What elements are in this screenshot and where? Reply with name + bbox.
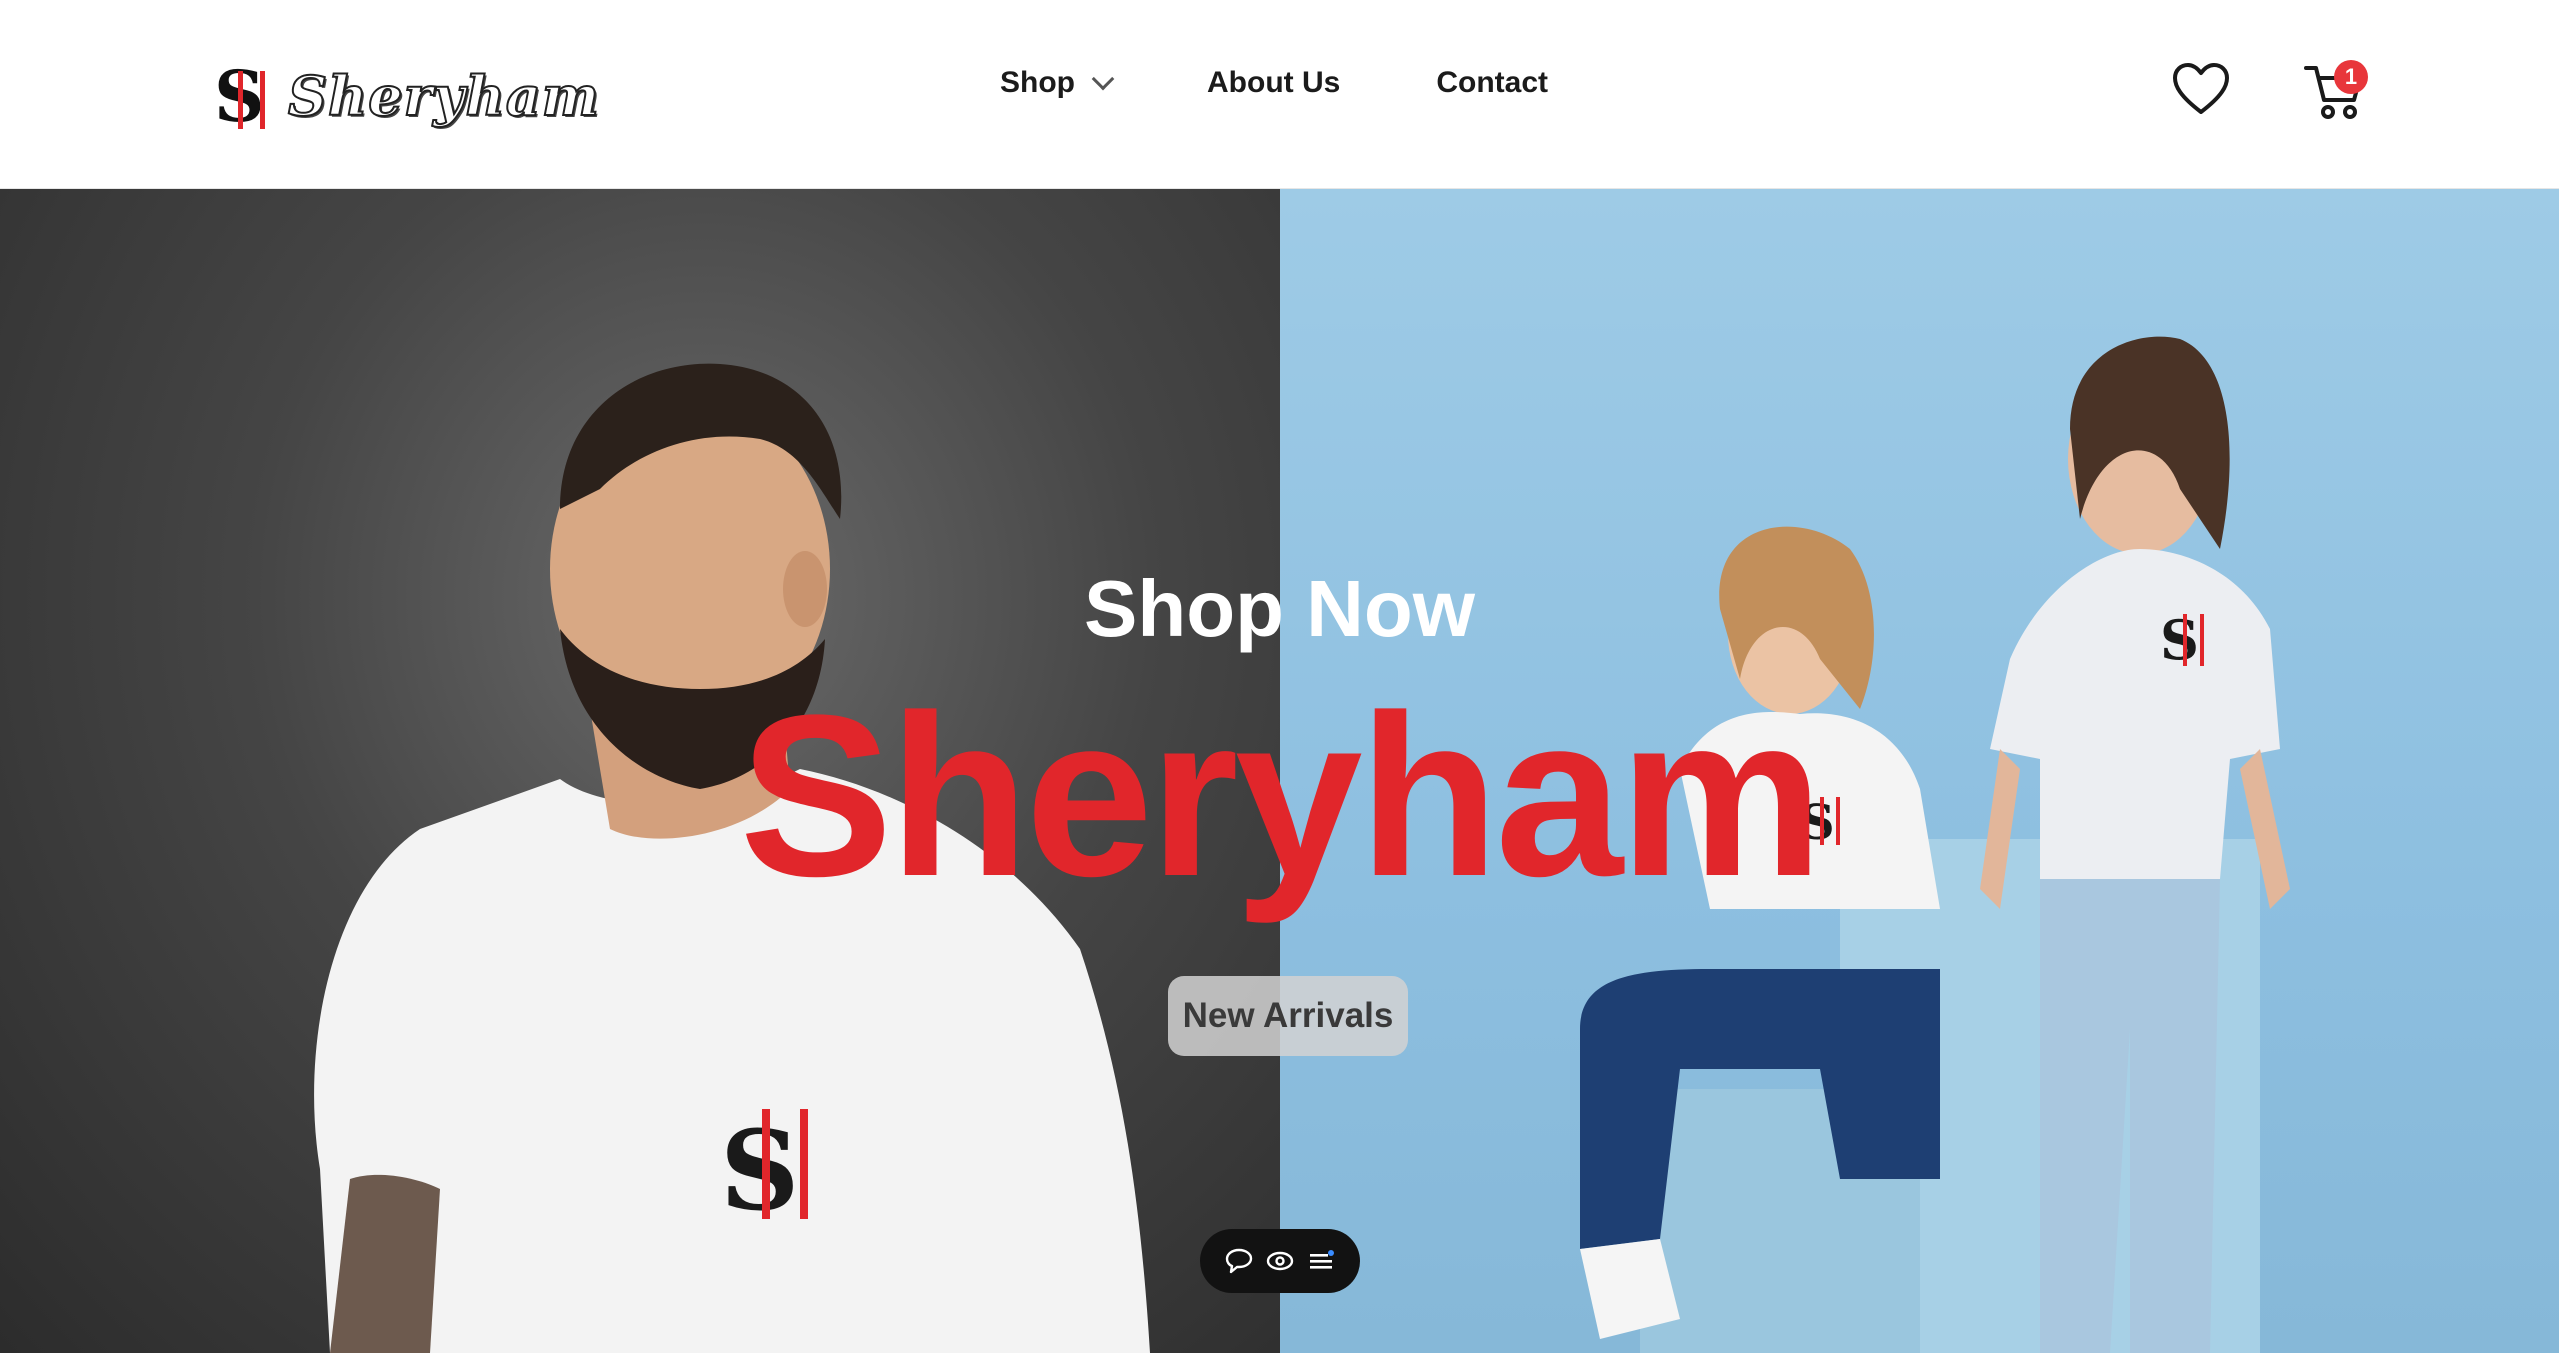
nav-about-label: About Us [1207,66,1341,99]
nav-shop-label: Shop [1000,66,1075,99]
new-arrivals-button[interactable]: New Arrivals [1168,976,1408,1056]
nav-about-us[interactable]: About Us [1207,66,1340,100]
site-header: S Sheryham Shop About Us Contact 1 [0,0,2559,189]
wishlist-button[interactable] [2172,62,2230,116]
logo-wordmark: Sheryham [287,63,600,129]
eye-icon[interactable] [1265,1246,1295,1276]
floating-toolbar [1200,1229,1360,1293]
heart-icon [2173,63,2229,114]
nav-shop[interactable]: Shop [1000,66,1115,100]
menu-icon[interactable] [1306,1246,1336,1276]
hero-content: Shop Now Sheryham New Arrivals [0,189,2559,1353]
nav-contact[interactable]: Contact [1436,66,1548,100]
hero-banner: S S S Shop Now Sheryham New Arrivals [0,189,2559,1353]
main-nav: Shop About Us Contact [1000,66,1548,100]
logo-monogram: S [214,55,266,138]
hero-title: Sheryham [739,667,1823,924]
chevron-down-icon [1091,67,1115,91]
nav-contact-label: Contact [1436,66,1548,99]
brand-logo[interactable]: S Sheryham [214,55,600,138]
chat-icon[interactable] [1224,1246,1254,1276]
hero-kicker: Shop Now [1083,564,1476,653]
cart-count-badge: 1 [2334,60,2368,94]
